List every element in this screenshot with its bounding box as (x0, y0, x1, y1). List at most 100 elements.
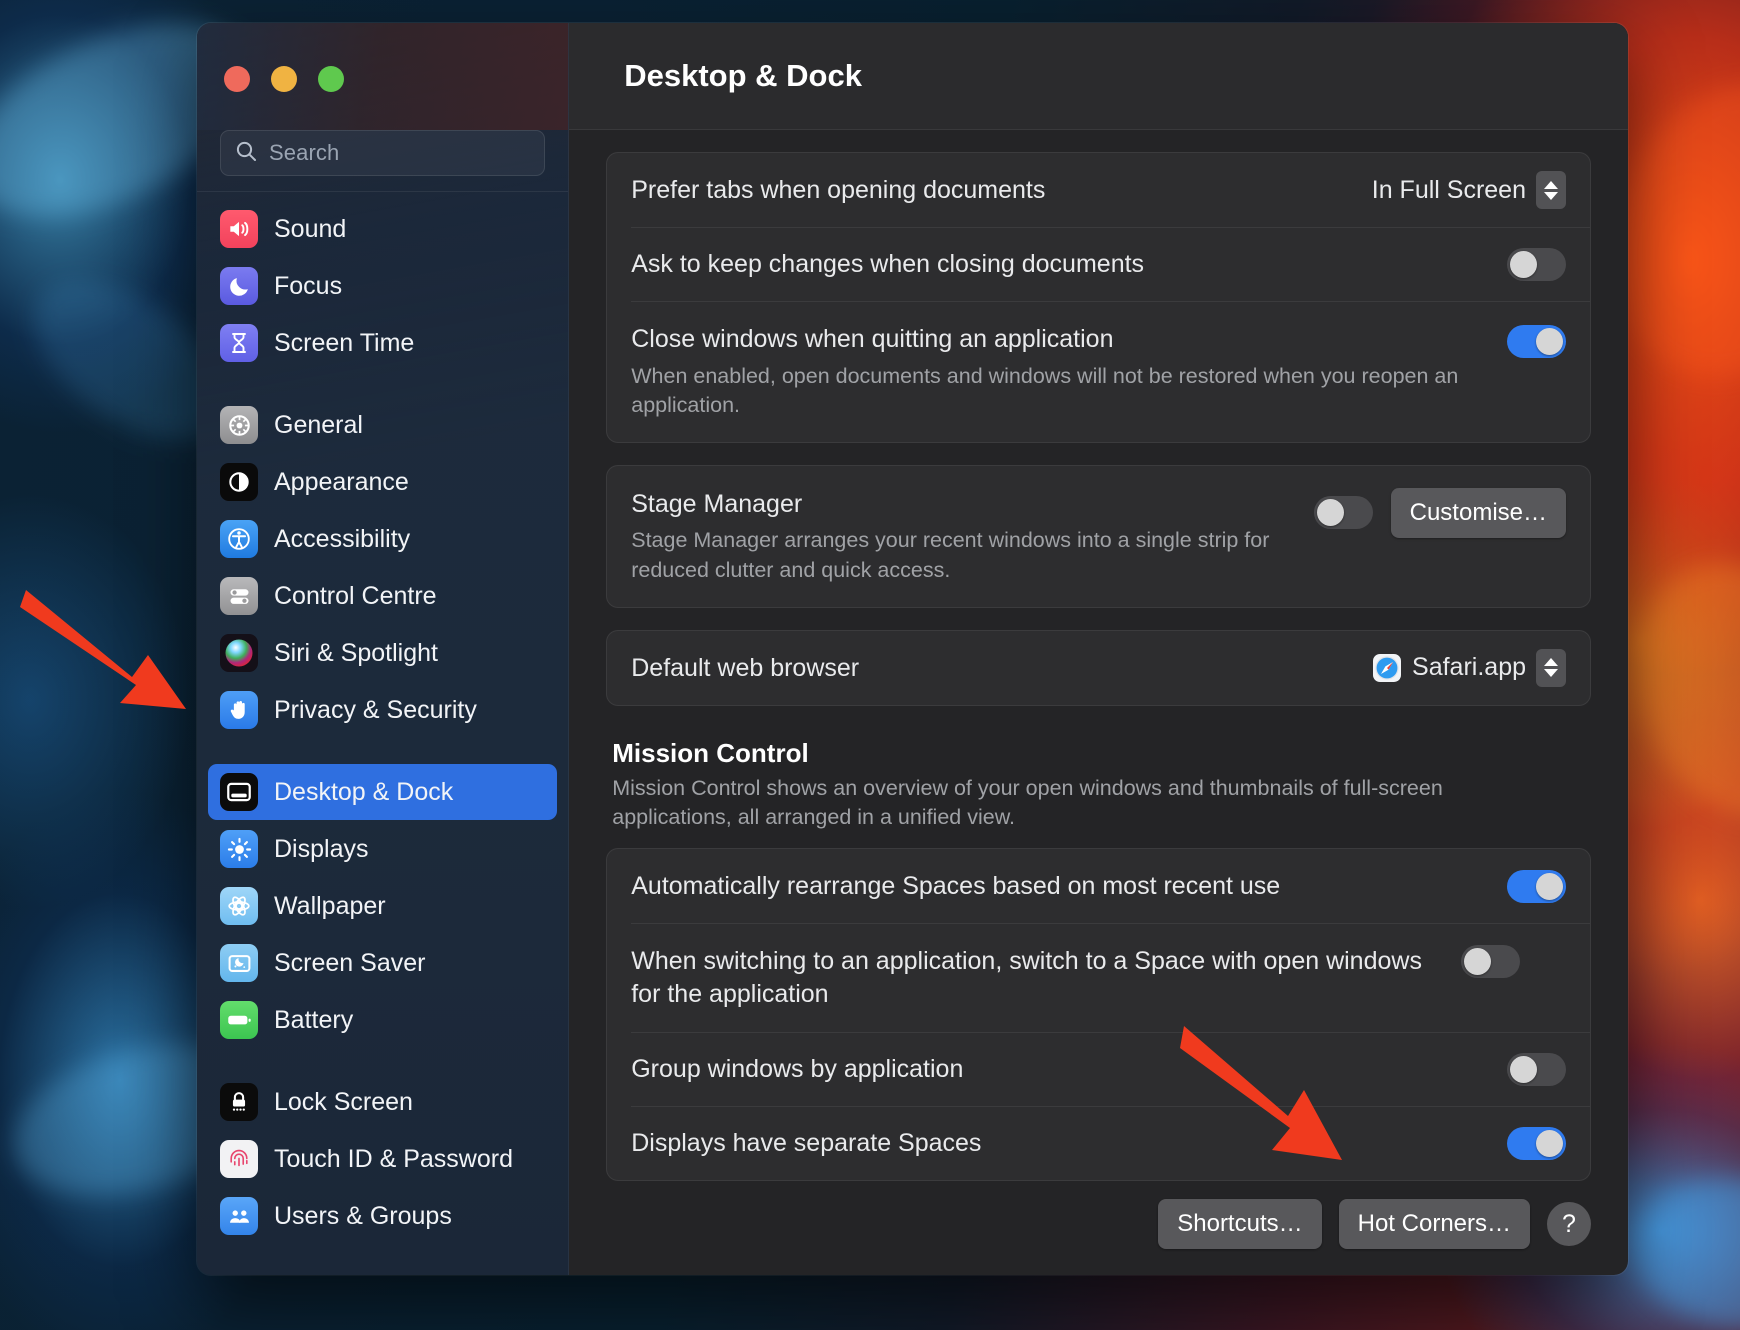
screen-time-icon (220, 324, 258, 362)
wallpaper-icon (220, 887, 258, 925)
sidebar-item-lock-screen[interactable]: Lock Screen (208, 1074, 557, 1130)
group-default-browser: Default web browser Safari.app (606, 629, 1591, 706)
safari-icon (1372, 653, 1402, 683)
touch-id-icon (220, 1140, 258, 1178)
sidebar: Search Sound Focus Screen Time General A… (197, 23, 570, 1275)
auto-rearrange-spaces-toggle[interactable] (1507, 869, 1566, 903)
sidebar-item-label: Wallpaper (274, 891, 386, 920)
mission-control-header: Mission Control Mission Control shows an… (606, 728, 1591, 848)
close-button[interactable] (224, 66, 250, 92)
customise-button[interactable]: Customise… (1390, 487, 1566, 538)
sidebar-item-label: Displays (274, 834, 369, 863)
row-label: Prefer tabs when opening documents (631, 175, 1046, 204)
search-placeholder: Search (269, 140, 340, 165)
sidebar-item-label: Focus (274, 271, 343, 300)
detail-header: Desktop & Dock (569, 23, 1628, 130)
search-container: Search (197, 130, 568, 176)
row-label: Close windows when quitting an applicati… (631, 325, 1114, 353)
search-field[interactable]: Search (220, 130, 546, 176)
row-auto-rearrange-spaces: Automatically rearrange Spaces based on … (607, 849, 1590, 923)
sidebar-item-battery[interactable]: Battery (208, 992, 557, 1048)
group-stage-manager: Stage Manager Stage Manager arranges you… (606, 464, 1591, 608)
sidebar-item-sound[interactable]: Sound (208, 201, 557, 257)
sidebar-item-label: Appearance (274, 467, 409, 496)
sidebar-item-label: Control Centre (274, 581, 437, 610)
row-displays-separate-spaces: Displays have separate Spaces (607, 1106, 1590, 1180)
system-settings-window: Search Sound Focus Screen Time General A… (197, 23, 1628, 1275)
sidebar-item-focus[interactable]: Focus (208, 258, 557, 314)
row-close-windows-quitting: Close windows when quitting an applicati… (607, 301, 1590, 442)
row-label: Group windows by application (631, 1055, 964, 1084)
sidebar-item-screen-time[interactable]: Screen Time (208, 315, 557, 371)
sidebar-item-label: Screen Saver (274, 948, 426, 977)
stage-manager-toggle[interactable] (1313, 496, 1373, 530)
sidebar-item-label: Siri & Spotlight (274, 638, 438, 667)
chevron-updown-icon[interactable] (1536, 171, 1566, 209)
lock-screen-icon (220, 1083, 258, 1121)
sidebar-item-displays[interactable]: Displays (208, 821, 557, 877)
sidebar-item-control-centre[interactable]: Control Centre (208, 568, 557, 624)
row-switch-to-space: When switching to an application, switch… (607, 923, 1590, 1032)
ask-keep-changes-toggle[interactable] (1507, 247, 1566, 281)
window-titlebar (197, 23, 569, 130)
sidebar-item-appearance[interactable]: Appearance (208, 454, 557, 510)
zoom-button[interactable] (318, 66, 344, 92)
sidebar-item-label: Privacy & Security (274, 695, 477, 724)
control-centre-icon (220, 577, 258, 615)
displays-icon (220, 830, 258, 868)
row-label: Ask to keep changes when closing documen… (631, 249, 1145, 278)
sidebar-item-general[interactable]: General (208, 397, 557, 453)
hot-corners-button[interactable]: Hot Corners… (1338, 1199, 1530, 1249)
sidebar-item-screen-saver[interactable]: Screen Saver (208, 935, 557, 991)
traffic-lights (224, 66, 344, 92)
detail-footer: Shortcuts… Hot Corners… ? (569, 1185, 1628, 1275)
prefer-tabs-popup-button[interactable]: In Full Screen (1372, 171, 1566, 209)
row-label: Default web browser (631, 653, 860, 682)
sidebar-item-label: General (274, 410, 363, 439)
sidebar-item-siri-spotlight[interactable]: Siri & Spotlight (208, 625, 557, 681)
siri-icon (220, 634, 258, 672)
chevron-updown-icon[interactable] (1536, 648, 1566, 687)
group-windows-toggle[interactable] (1507, 1052, 1566, 1086)
minimise-button[interactable] (271, 66, 297, 92)
detail-pane: Desktop & Dock Prefer tabs when opening … (569, 23, 1628, 1275)
nav-separator (208, 739, 557, 764)
sidebar-item-desktop-and-dock[interactable]: Desktop & Dock (208, 764, 558, 820)
switch-to-space-toggle[interactable] (1461, 945, 1521, 979)
row-default-web-browser: Default web browser Safari.app (607, 631, 1590, 705)
sidebar-item-label: Users & Groups (274, 1201, 452, 1230)
default-browser-popup-button[interactable]: Safari.app (1372, 648, 1566, 687)
displays-separate-spaces-toggle[interactable] (1507, 1126, 1566, 1160)
sidebar-item-touch-id-password[interactable]: Touch ID & Password (208, 1131, 557, 1187)
sidebar-item-privacy-security[interactable]: Privacy & Security (208, 682, 557, 738)
privacy-icon (220, 691, 258, 729)
sidebar-item-accessibility[interactable]: Accessibility (208, 511, 557, 567)
nav-separator (208, 1049, 557, 1074)
row-label: Automatically rearrange Spaces based on … (631, 872, 1281, 901)
appearance-icon (220, 463, 258, 501)
sidebar-item-label: Screen Time (274, 328, 415, 357)
sidebar-item-label: Sound (274, 214, 347, 243)
shortcuts-button[interactable]: Shortcuts… (1158, 1199, 1322, 1249)
row-ask-keep-changes: Ask to keep changes when closing documen… (607, 227, 1590, 301)
help-button[interactable]: ? (1547, 1202, 1591, 1246)
popup-value: Safari.app (1412, 653, 1526, 682)
row-description: Stage Manager arranges your recent windo… (631, 528, 1270, 582)
search-icon (234, 139, 258, 168)
sidebar-item-wallpaper[interactable]: Wallpaper (208, 878, 557, 934)
section-title: Mission Control (612, 737, 809, 768)
general-icon (220, 406, 258, 444)
sidebar-item-users-groups[interactable]: Users & Groups (208, 1188, 557, 1244)
group-windows: Prefer tabs when opening documents In Fu… (606, 152, 1591, 443)
settings-nav-list[interactable]: Sound Focus Screen Time General Appearan… (197, 191, 569, 1275)
row-label: Displays have separate Spaces (631, 1129, 982, 1158)
row-prefer-tabs: Prefer tabs when opening documents In Fu… (607, 153, 1590, 227)
close-windows-quitting-toggle[interactable] (1507, 325, 1566, 358)
popup-value: In Full Screen (1371, 175, 1526, 204)
sidebar-item-label: Touch ID & Password (274, 1144, 513, 1173)
sidebar-item-label: Accessibility (274, 524, 411, 553)
row-group-windows-by-application: Group windows by application (607, 1032, 1590, 1106)
row-description: When enabled, open documents and windows… (631, 363, 1459, 417)
group-mission-control: Automatically rearrange Spaces based on … (606, 848, 1591, 1182)
sidebar-item-label: Desktop & Dock (274, 777, 454, 806)
